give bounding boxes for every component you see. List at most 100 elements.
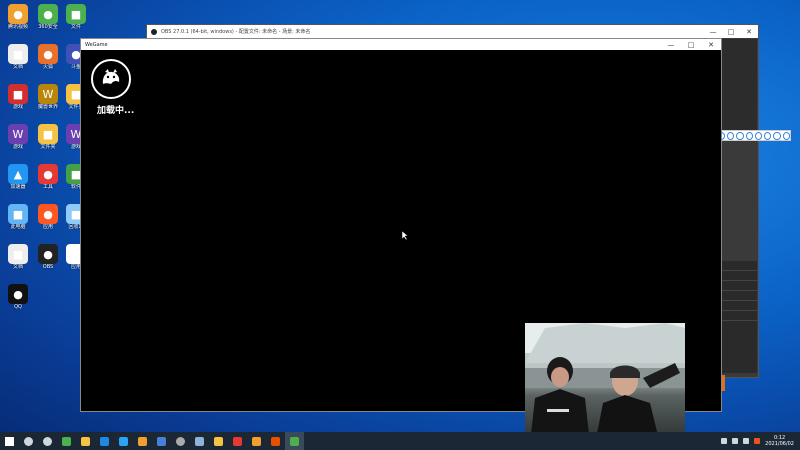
obs-dock-panel	[721, 261, 757, 373]
desktop-icon-label: QQ	[14, 304, 22, 310]
desktop-icon-label: 文档	[12, 64, 23, 70]
app-icon: ■	[8, 44, 28, 64]
desktop-icon-area: ● 腾讯视频 ● 360安全 ■ 文件 ■ 文档 ● 火狐 ● 斗鱼 ■ 游戏 W 魔兽世界 ■ 文件夹 W 游戏 ■ 文…	[0, 0, 90, 432]
app-6-icon	[233, 436, 242, 446]
app-8-icon	[271, 436, 280, 446]
start-icon	[5, 436, 14, 446]
app-icon: W	[8, 124, 28, 144]
desktop-icon-5[interactable]: ● 火狐	[34, 44, 62, 70]
taskbar-app-7-button[interactable]	[247, 432, 266, 450]
taskbar-explorer-button[interactable]	[76, 432, 95, 450]
taskbar-app-8-button[interactable]	[266, 432, 285, 450]
app-icon: ■	[8, 84, 28, 104]
desktop-icon-label: 文档	[12, 264, 23, 270]
desktop-icon-2[interactable]: ● 360安全	[34, 4, 62, 30]
app-1-icon	[62, 436, 71, 446]
obs-minimize-button[interactable]: —	[704, 28, 722, 36]
app-9-icon	[290, 436, 299, 446]
desktop-icon-8[interactable]: W 魔兽世界	[34, 84, 62, 110]
desktop-icon-1[interactable]: ● 腾讯视频	[4, 4, 32, 30]
desktop-icon-11[interactable]: ■ 文件夹	[34, 124, 62, 150]
obs-title: OBS 27.0.1 (64-bit, windows) - 配置文件: 未命名…	[161, 29, 311, 35]
desktop-icon-14[interactable]: ● 工具	[34, 164, 62, 190]
desktop-icon-19[interactable]: ■ 文档	[4, 244, 32, 270]
taskbar-app-1-button[interactable]	[57, 432, 76, 450]
app-icon: ●	[38, 164, 58, 184]
explorer-icon	[81, 436, 90, 446]
tray-volume-icon[interactable]	[743, 438, 750, 444]
obs-maximize-button[interactable]: □	[722, 28, 740, 36]
ime-button[interactable]	[764, 131, 772, 140]
obs-preview-panel	[721, 39, 757, 139]
webcam-overlay	[525, 323, 685, 444]
tray-ime-icon[interactable]	[754, 438, 761, 444]
taskbar-search-button[interactable]	[19, 432, 38, 450]
game-close-button[interactable]: ✕	[701, 41, 721, 49]
taskbar-app-2-button[interactable]	[95, 432, 114, 450]
mouse-cursor-icon	[401, 225, 409, 244]
obs-close-button[interactable]: ✕	[740, 28, 758, 36]
taskbar-edge-button[interactable]	[114, 432, 133, 450]
desktop-icon-label: 加速器	[10, 184, 26, 190]
desktop-icon-label: 游戏	[12, 104, 23, 110]
search-icon	[24, 436, 33, 446]
system-tray: 0:12 2021/06/02	[721, 432, 800, 450]
obs-app-icon	[151, 28, 157, 35]
app-icon: ●	[38, 44, 58, 64]
app-7-icon	[252, 436, 261, 446]
taskbar-app-3-button[interactable]	[133, 432, 152, 450]
desktop-icon-label: 360安全	[38, 24, 58, 30]
app-icon: ●	[38, 204, 58, 224]
desktop-icon-4[interactable]: ■ 文档	[4, 44, 32, 70]
taskview-icon	[43, 436, 52, 446]
ime-button[interactable]	[727, 131, 735, 140]
ime-button[interactable]	[736, 131, 744, 140]
taskbar-app-5-button[interactable]	[209, 432, 228, 450]
clock[interactable]: 0:12 2021/06/02	[765, 435, 794, 447]
clock-date: 2021/06/02	[765, 441, 794, 447]
obs-titlebar[interactable]: OBS 27.0.1 (64-bit, windows) - 配置文件: 未命名…	[147, 25, 758, 38]
desktop-icon-7[interactable]: ■ 游戏	[4, 84, 32, 110]
game-minimize-button[interactable]: —	[661, 41, 681, 49]
edge-icon	[119, 436, 128, 446]
taskbar-steam-button[interactable]	[190, 432, 209, 450]
app-icon: ●	[8, 4, 28, 24]
desktop-icon-label: 火狐	[42, 64, 53, 70]
app-3-icon	[138, 436, 147, 446]
ime-button[interactable]	[754, 131, 763, 140]
obs-icon	[176, 436, 185, 446]
app-2-icon	[100, 436, 109, 446]
desktop-icon-label: 魔兽世界	[37, 104, 58, 110]
tray-network-icon[interactable]	[732, 438, 739, 444]
app-icon: ■	[8, 244, 28, 264]
desktop-icon-10[interactable]: W 游戏	[4, 124, 32, 150]
tray-arrow-icon[interactable]	[721, 438, 728, 444]
game-titlebar[interactable]: WeGame — □ ✕	[81, 39, 721, 50]
ime-button[interactable]	[773, 131, 781, 140]
steam-icon	[195, 436, 204, 446]
ime-button[interactable]	[745, 131, 753, 140]
desktop-icon-20[interactable]: ● OBS	[34, 244, 62, 270]
taskbar-taskview-button[interactable]	[38, 432, 57, 450]
desktop-icon-label: 游戏	[12, 144, 23, 150]
desktop-icon-label: 文件	[70, 24, 81, 30]
app-icon: ●	[8, 284, 28, 304]
taskbar-start-button[interactable]	[0, 432, 19, 450]
desktop-icon-16[interactable]: ■ 此电脑	[4, 204, 32, 230]
taskbar-app-4-button[interactable]	[152, 432, 171, 450]
app-4-icon	[157, 436, 166, 446]
app-icon: W	[38, 84, 58, 104]
taskbar-app-6-button[interactable]	[228, 432, 247, 450]
desktop-icon-label: 工具	[42, 184, 53, 190]
app-icon: ▲	[8, 164, 28, 184]
game-maximize-button[interactable]: □	[681, 41, 701, 49]
desktop-icon-13[interactable]: ▲ 加速器	[4, 164, 32, 190]
ime-button[interactable]	[782, 131, 791, 140]
app-icon: ■	[38, 124, 58, 144]
desktop-icon-3[interactable]: ■ 文件	[62, 4, 90, 30]
desktop-icon-22[interactable]: ● QQ	[4, 284, 32, 310]
app-5-icon	[214, 436, 223, 446]
taskbar-obs-button[interactable]	[171, 432, 190, 450]
desktop-icon-17[interactable]: ● 应用	[34, 204, 62, 230]
taskbar-app-9-button[interactable]	[285, 432, 304, 450]
